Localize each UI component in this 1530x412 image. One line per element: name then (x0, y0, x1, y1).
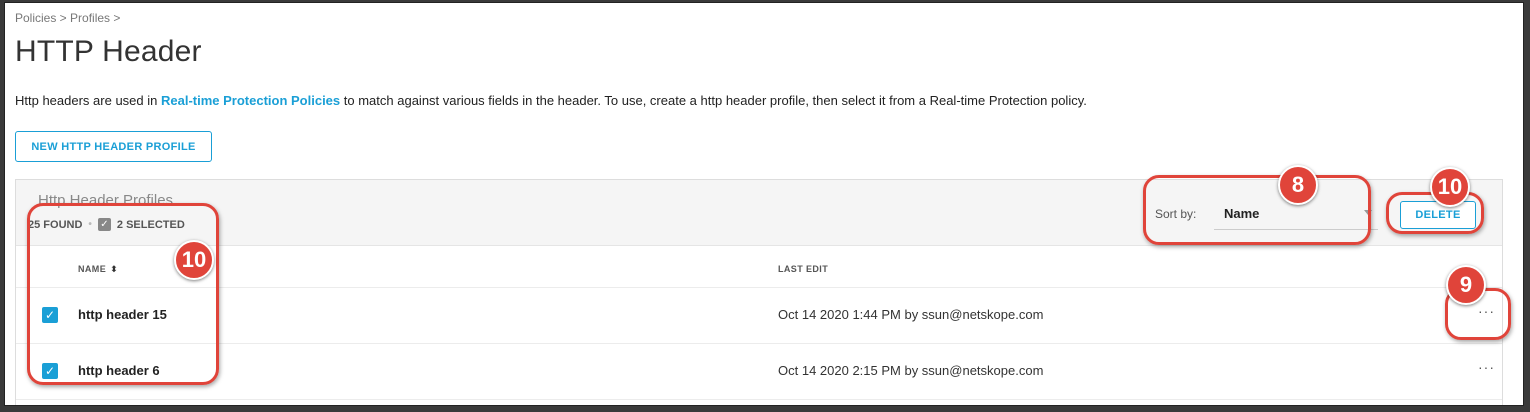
ellipsis-icon[interactable]: ··· (1478, 359, 1495, 375)
page-title: HTTP Header (15, 35, 202, 68)
row-divider (16, 399, 1502, 400)
row-last-edit: Oct 14 2020 1:44 PM by ssun@netskope.com (778, 307, 1044, 322)
callout-badge-selection: 10 (174, 240, 214, 280)
description-suffix: to match against various fields in the h… (340, 93, 1087, 108)
column-header-last-edit: LAST EDIT (778, 264, 829, 274)
table-row[interactable]: ✓ http header 15 Oct 14 2020 1:44 PM by … (16, 287, 1502, 343)
new-http-header-profile-button[interactable]: NEW HTTP HEADER PROFILE (15, 131, 212, 162)
breadcrumb[interactable]: Policies > Profiles > (15, 11, 120, 25)
callout-badge-sort: 8 (1278, 165, 1318, 205)
callout-badge-delete: 10 (1430, 167, 1470, 207)
table-row[interactable]: ✓ http header 6 Oct 14 2020 2:15 PM by s… (16, 343, 1502, 399)
real-time-protection-link[interactable]: Real-time Protection Policies (161, 93, 340, 108)
row-last-edit: Oct 14 2020 2:15 PM by ssun@netskope.com (778, 363, 1044, 378)
description: Http headers are used in Real-time Prote… (15, 93, 1087, 108)
callout-badge-more: 9 (1446, 265, 1486, 305)
description-prefix: Http headers are used in (15, 93, 161, 108)
callout-selection (27, 203, 219, 385)
callout-sort (1143, 175, 1371, 245)
screen: Policies > Profiles > HTTP Header Http h… (4, 2, 1524, 406)
